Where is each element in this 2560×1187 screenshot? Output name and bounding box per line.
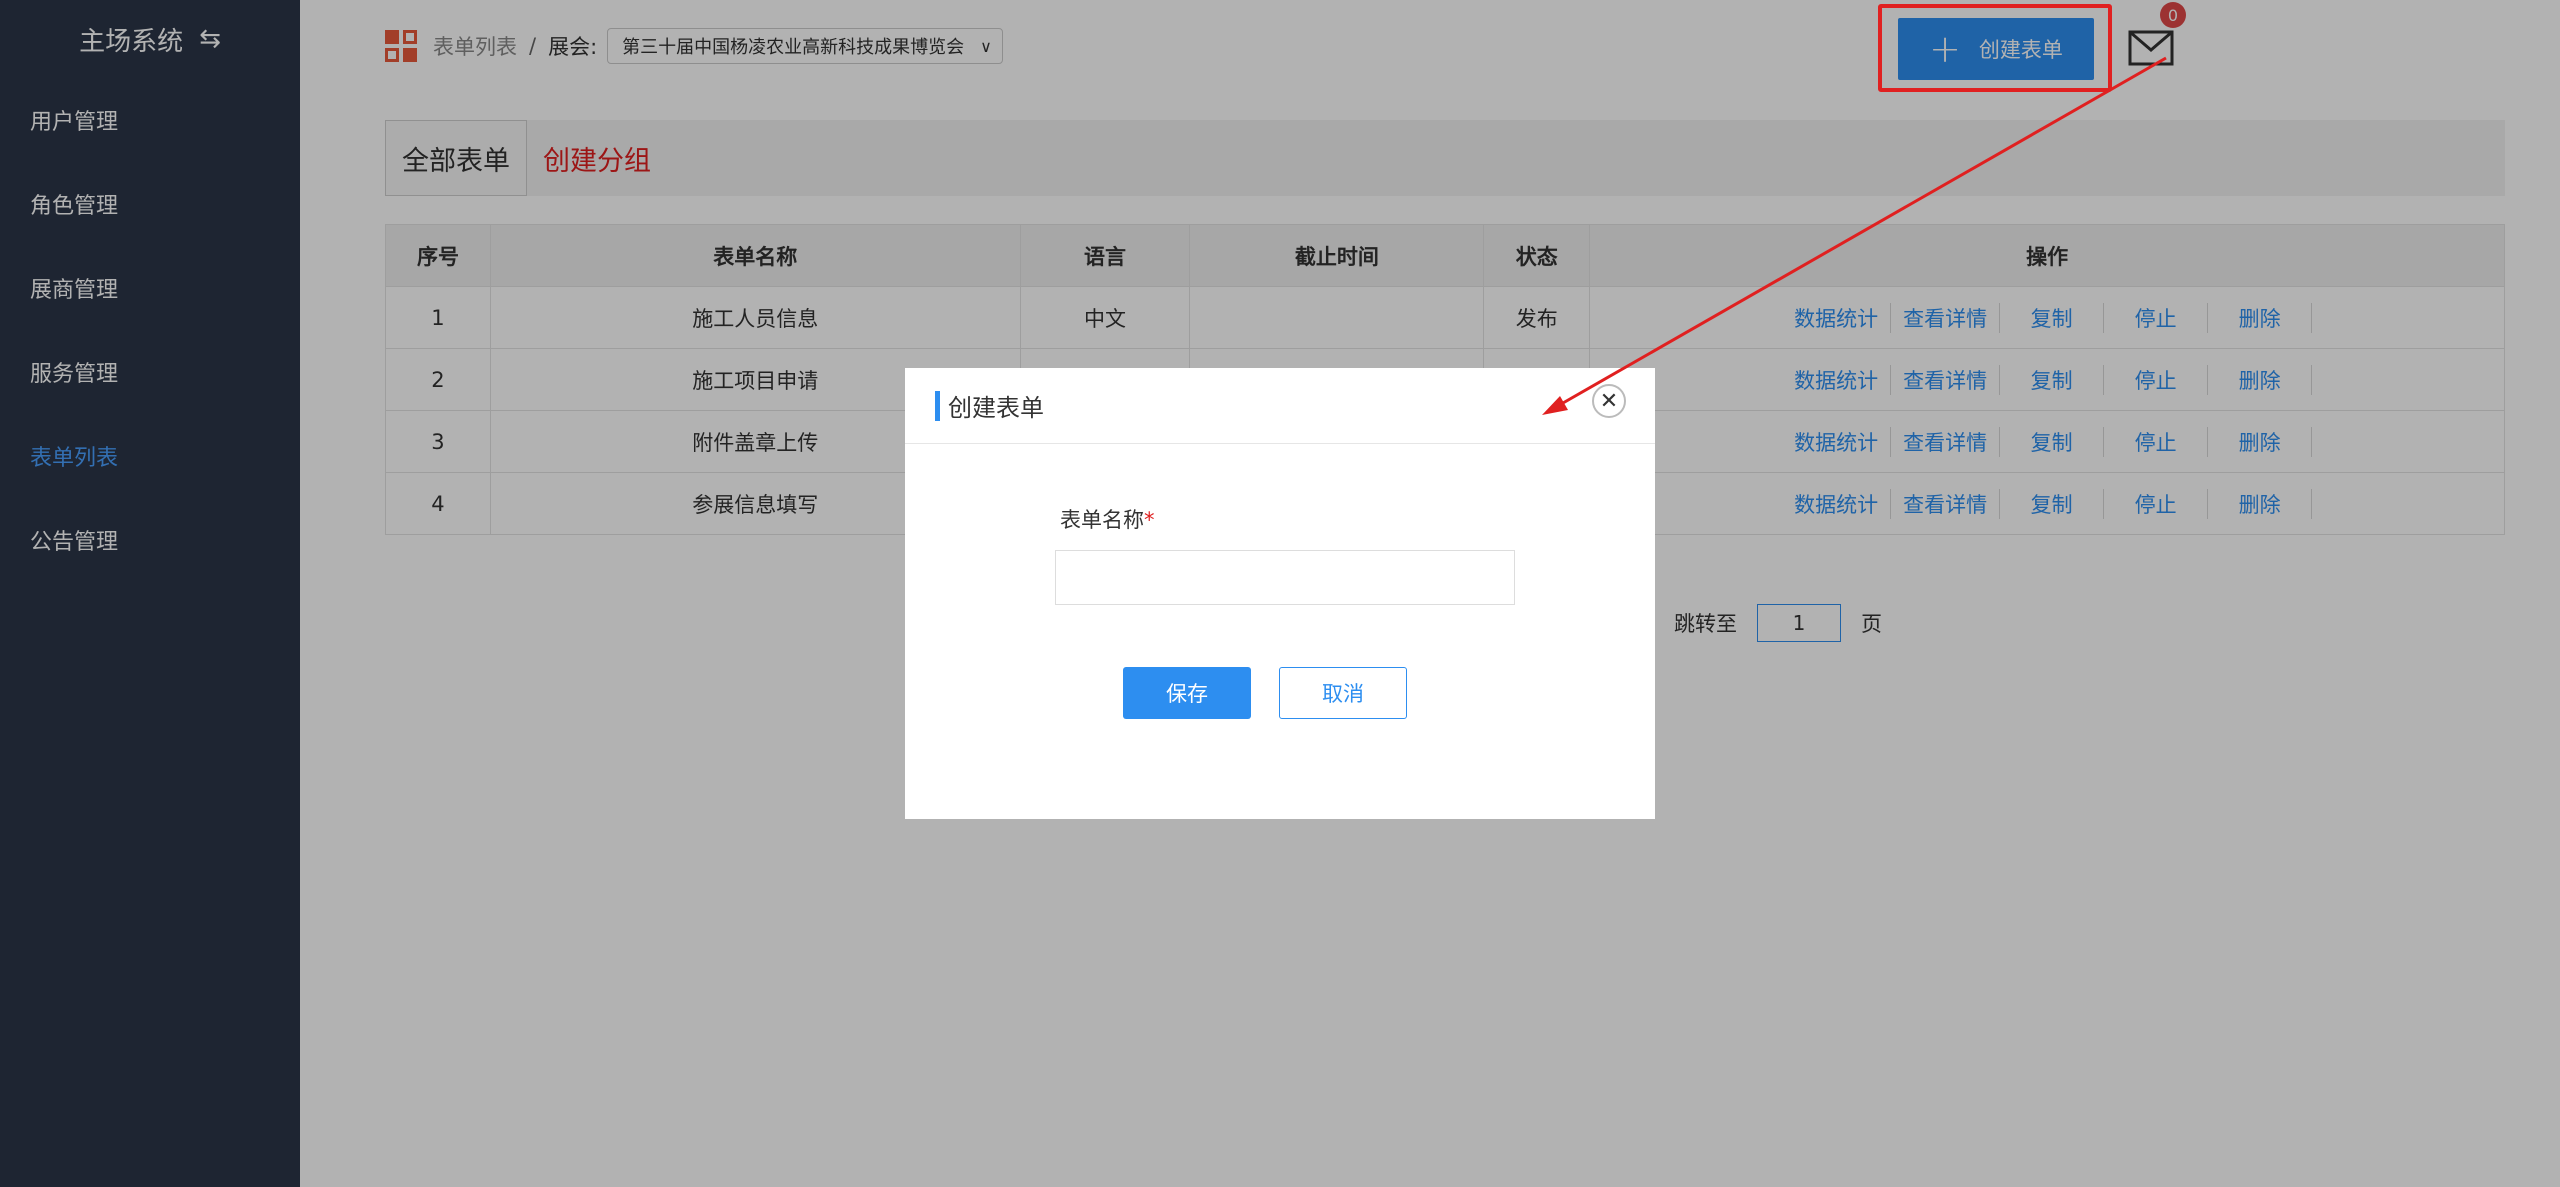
form-name-input[interactable] <box>1055 550 1515 605</box>
form-name-label: 表单名称* <box>1060 504 1155 534</box>
close-icon[interactable]: ✕ <box>1592 384 1626 418</box>
dialog-header: 创建表单 ✕ <box>905 368 1655 444</box>
required-mark: * <box>1144 508 1155 532</box>
dialog-title: 创建表单 <box>948 394 1044 422</box>
save-button[interactable]: 保存 <box>1123 667 1251 719</box>
cancel-button[interactable]: 取消 <box>1279 667 1407 719</box>
title-accent-bar <box>935 390 940 421</box>
form-name-label-text: 表单名称 <box>1060 508 1144 532</box>
create-form-dialog: 创建表单 ✕ 表单名称* 保存 取消 <box>905 368 1655 819</box>
